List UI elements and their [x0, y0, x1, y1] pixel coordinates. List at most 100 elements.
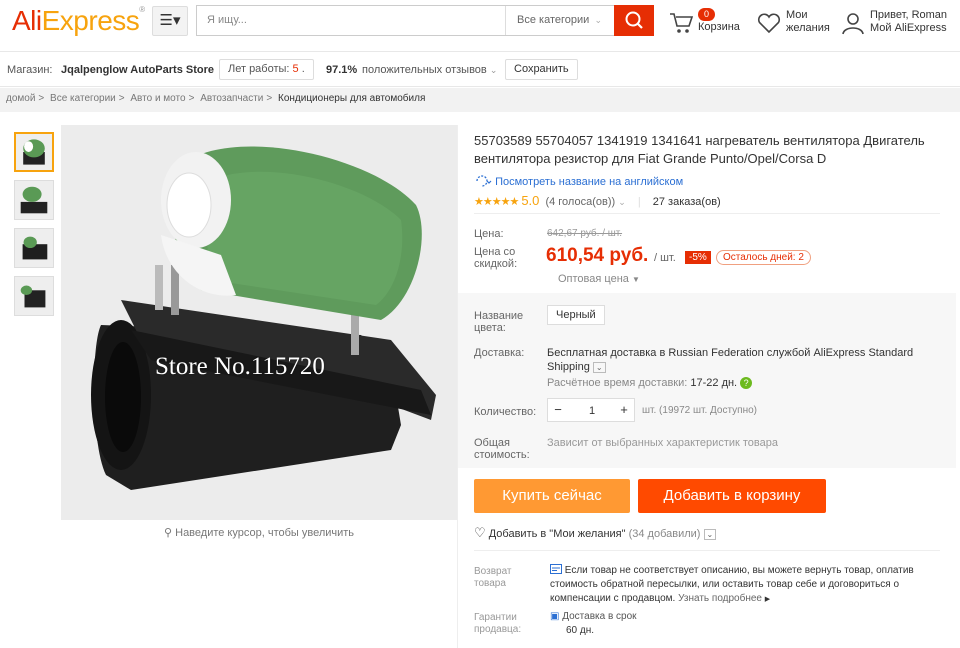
orders-count: 27 заказа(ов) [652, 196, 721, 208]
cart-label: Корзина [698, 21, 740, 33]
search-button[interactable] [614, 5, 654, 36]
rating-row: ★★★★★ 5.0 (4 голоса(ов)) ⌄ | 27 заказа(ов… [474, 193, 940, 208]
user-icon [842, 13, 864, 35]
cart-icon [670, 13, 694, 33]
returns-info: Если товар не соответствует описанию, вы… [550, 564, 934, 607]
return-policy-icon [550, 564, 562, 574]
breadcrumb-all-categories[interactable]: Все категории [50, 93, 116, 104]
product-thumbnail-image [16, 134, 52, 170]
guarantee-info: ▣ Доставка в срок 60 дн. [550, 610, 637, 638]
image-watermark: Store No.115720 [155, 353, 325, 380]
product-photo [61, 125, 457, 520]
breadcrumb-separator-icon: > [266, 93, 273, 104]
category-select-value: Все категории [517, 14, 590, 26]
guarantee-label-1: Гарантии [474, 612, 517, 623]
translate-icon [476, 175, 492, 187]
returns-label: Возврат товара [474, 566, 512, 590]
account-my-aliexpress: Мой AliExpress [870, 22, 947, 34]
shipping-dropdown-chevron-icon[interactable]: ⌄ [592, 362, 606, 373]
rating-votes-link[interactable]: (4 голоса(ов)) ⌄ [545, 196, 625, 208]
store-label: Магазин: [7, 64, 53, 76]
breadcrumb-home[interactable]: домой [6, 93, 35, 104]
shipping-info: Бесплатная доставка в Russian Federation… [547, 346, 947, 374]
store-bar: Магазин: Jqalpenglow AutoParts Store Лет… [0, 53, 960, 87]
wishlist-count: (34 добавили) [628, 528, 701, 540]
sale-price-label: Цена со скидкой: [474, 246, 517, 270]
account-greeting: Привет, Roman [870, 9, 948, 21]
store-years-value: 5 [292, 63, 299, 75]
chevron-down-icon[interactable]: ⌄ [703, 529, 717, 540]
delivery-guarantee-icon: ▣ [550, 611, 560, 622]
magnifier-icon: ⚲ [164, 527, 173, 539]
breadcrumb-auto-parts[interactable]: Автозапчасти [200, 93, 263, 104]
quantity-increase-button[interactable]: + [617, 402, 631, 417]
search-input[interactable]: Я ищу... [207, 14, 247, 26]
breadcrumb: домой > Все категории > Авто и мото > Автоз… [0, 88, 960, 112]
chevron-down-icon: ⌄ [489, 65, 498, 75]
availability-text: шт. (19972 шт. Доступно) [642, 405, 757, 416]
cart-count-badge: 0 [698, 8, 716, 21]
positive-feedback-label: положительных отзывов [362, 64, 487, 76]
learn-more-text: Узнать подробнее [678, 593, 762, 604]
breadcrumb-auto-moto[interactable]: Авто и мото [130, 93, 185, 104]
product-thumbnail-image [15, 277, 53, 315]
total-value: Зависит от выбранных характеристик товар… [547, 437, 778, 449]
zoom-hint: ⚲ Наведите курсор, чтобы увеличить [164, 526, 354, 539]
categories-menu-button[interactable]: ☰▾ [152, 6, 188, 36]
total-label: Общая стоимость: [474, 437, 530, 461]
thumbnail-2[interactable] [14, 180, 54, 220]
guarantee-title: Доставка в срок [562, 611, 637, 622]
caret-down-icon: ▼ [631, 275, 640, 284]
thumbnail-1[interactable] [14, 132, 54, 172]
color-label-1: Название [474, 310, 524, 322]
thumbnail-list [14, 132, 54, 324]
help-icon[interactable]: ? [740, 377, 753, 389]
breadcrumb-current[interactable]: Кондиционеры для автомобиля [278, 93, 425, 104]
search-icon [625, 11, 643, 29]
chevron-down-icon: ⌄ [594, 15, 602, 25]
heart-plus-icon: ♡ [474, 525, 486, 540]
translate-title-link[interactable]: Посмотреть название на английском [474, 174, 683, 188]
days-left-badge: Осталось дней: 2 [716, 250, 811, 265]
breadcrumb-separator-icon: > [118, 93, 125, 104]
guarantee-value: 60 дн. [566, 625, 595, 636]
price-per-unit: / шт. [654, 252, 676, 264]
product-title: 55703589 55704057 1341919 1341641 нагрев… [474, 133, 925, 166]
buy-now-button[interactable]: Купить сейчас [474, 479, 630, 513]
delivery-estimate: Расчётное время доставки: 17-22 дн.? [547, 377, 753, 389]
returns-label-1: Возврат [474, 566, 512, 577]
guarantee-label: Гарантии продавца: [474, 612, 521, 636]
heart-icon [758, 13, 780, 34]
store-years-badge: Лет работы: 5 . [219, 59, 314, 80]
thumbnail-4[interactable] [14, 276, 54, 316]
chevron-down-icon: ⌄ [618, 197, 626, 207]
add-to-wishlist-text: Добавить в "Мои желания" [488, 528, 626, 540]
breadcrumb-separator-icon: > [38, 93, 45, 104]
store-name-link[interactable]: Jqalpenglow AutoParts Store [61, 64, 214, 76]
quantity-stepper: − 1 + [547, 398, 635, 422]
wishlist-label-2: желания [786, 22, 830, 34]
product-info-panel: 55703589 55704057 1341919 1341641 нагрев… [457, 125, 956, 648]
wishlist-label-1: Мои [786, 9, 808, 21]
divider [474, 213, 940, 214]
thumbnail-3[interactable] [14, 228, 54, 268]
sale-price-label-1: Цена со [474, 246, 516, 258]
positive-feedback-percent: 97.1% [326, 64, 358, 76]
category-select[interactable]: Все категории ⌄ [505, 6, 611, 35]
main-product-image[interactable]: Store No.115720 [61, 125, 457, 520]
returns-label-2: товара [474, 578, 506, 589]
add-to-wishlist-link[interactable]: ♡ Добавить в "Мои желания" (34 добавили)… [474, 525, 717, 541]
color-option-black[interactable]: Черный [547, 305, 605, 325]
learn-more-link[interactable]: Узнать подробнее ▶ [678, 593, 770, 604]
cart-link[interactable]: 0 Корзина [668, 8, 748, 38]
aliexpress-logo[interactable]: AliExpress® [12, 5, 145, 37]
breadcrumb-separator-icon: > [188, 93, 195, 104]
positive-feedback-dropdown[interactable]: положительных отзывов ⌄ [362, 64, 497, 76]
save-store-button[interactable]: Сохранить [505, 59, 578, 80]
sale-price-label-2: скидкой: [474, 258, 518, 270]
translate-title-text: Посмотреть название на английском [495, 176, 684, 188]
wholesale-price-dropdown[interactable]: Оптовая цена ▼ [558, 273, 640, 285]
total-label-1: Общая [474, 437, 510, 449]
wholesale-price-text: Оптовая цена [558, 273, 629, 285]
add-to-cart-button[interactable]: Добавить в корзину [638, 479, 826, 513]
